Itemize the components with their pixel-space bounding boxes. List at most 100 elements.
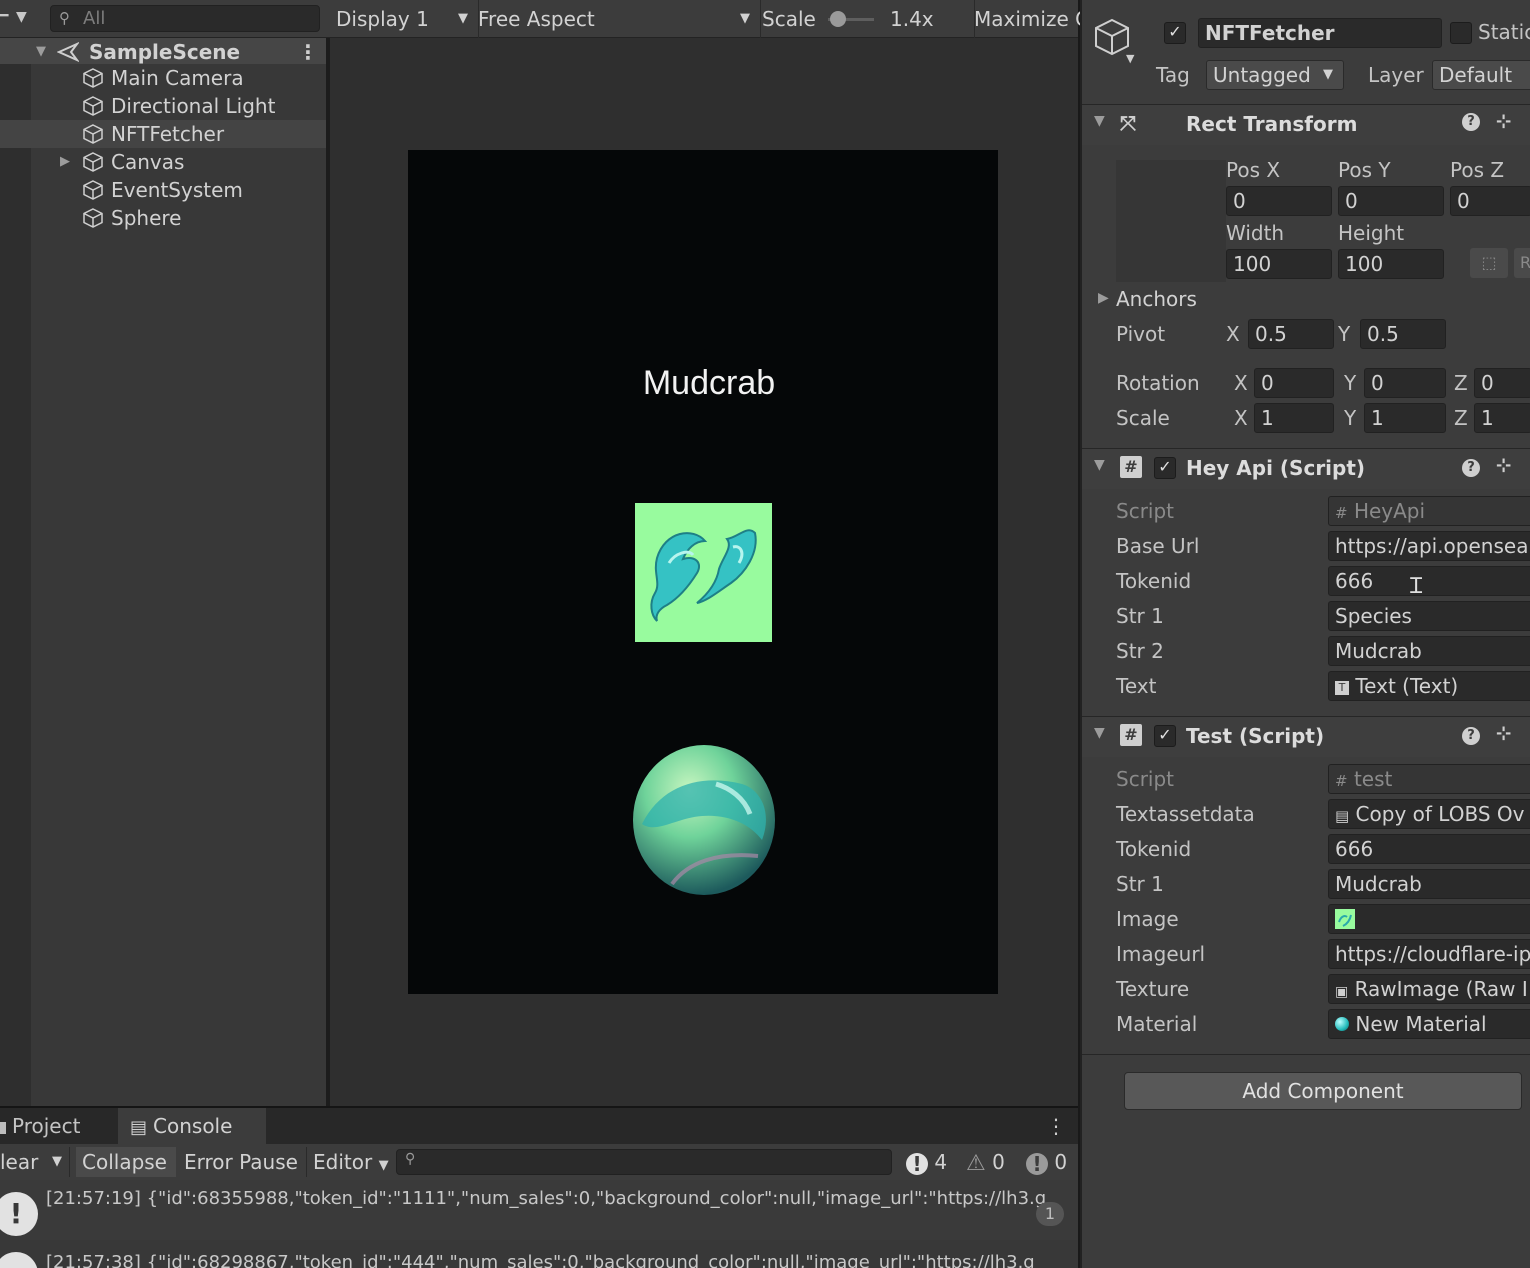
hierarchy-item-canvas[interactable]: ▶ Canvas <box>0 148 326 176</box>
script-hash-icon: # <box>1120 456 1142 478</box>
display-label: Display 1 <box>336 7 429 31</box>
pivot-x-input[interactable]: 0.5 <box>1248 319 1334 349</box>
width-input[interactable]: 100 <box>1226 249 1332 279</box>
test-tokenid-input[interactable]: 666 <box>1328 834 1530 864</box>
settings-sliders-icon[interactable]: ⊹ <box>1496 111 1511 132</box>
pos-x-input[interactable]: 0 <box>1226 186 1332 216</box>
error-count-toggle[interactable]: ! 0 <box>1020 1147 1076 1177</box>
pivot-y-input[interactable]: 0.5 <box>1360 319 1446 349</box>
layer-dropdown[interactable]: Default <box>1432 60 1530 90</box>
info-icon: ! <box>0 1192 38 1236</box>
test-script-header[interactable]: ▼ # ✓ Test (Script) ? ⊹ <box>1082 716 1530 757</box>
texture-value: RawImage (Raw I <box>1354 977 1528 1001</box>
hierarchy-item-nftfetcher[interactable]: NFTFetcher <box>0 120 326 148</box>
hierarchy-search-input[interactable]: ⚲ All <box>50 5 320 32</box>
settings-sliders-icon[interactable]: ⊹ <box>1496 455 1511 476</box>
tag-dropdown[interactable]: Untagged ▼ <box>1206 60 1344 90</box>
help-icon[interactable]: ? <box>1462 113 1480 131</box>
rect-transform-header[interactable]: ▼ ⤧ Rect Transform ? ⊹ <box>1082 104 1530 145</box>
game-canvas: Mudcrab <box>408 150 998 994</box>
panel-divider[interactable] <box>326 38 330 1106</box>
hey-api-script-header[interactable]: ▼ # ✓ Hey Api (Script) ? ⊹ <box>1082 448 1530 489</box>
help-icon[interactable]: ? <box>1462 727 1480 745</box>
expand-arrow-icon[interactable]: ▶ <box>1098 290 1109 306</box>
material-sphere-icon <box>1335 1017 1349 1031</box>
error-count: 0 <box>1054 1150 1068 1174</box>
test-str1-input[interactable]: Mudcrab <box>1328 869 1530 899</box>
collapse-arrow-icon[interactable]: ▼ <box>1094 113 1105 129</box>
expand-arrow-icon[interactable]: ▼ <box>36 38 46 66</box>
imageurl-input[interactable]: https://cloudflare-ipf <box>1328 939 1530 969</box>
rot-y-label: Y <box>1344 371 1357 395</box>
str2-input[interactable]: Mudcrab <box>1328 636 1530 666</box>
scale-y-input[interactable]: 1 <box>1364 403 1446 433</box>
hierarchy-item-eventsystem[interactable]: EventSystem <box>0 176 326 204</box>
log-count-toggle[interactable]: ! 4 <box>900 1147 956 1177</box>
hey-api-enabled-checkbox[interactable]: ✓ <box>1154 457 1176 479</box>
clear-button[interactable]: lear ▼ <box>0 1147 70 1177</box>
console-tabs-bar: Project ▤ Console ⋮ <box>0 1106 1078 1144</box>
display-dropdown[interactable]: Display 1 ▼ <box>326 0 479 38</box>
tab-console[interactable]: ▤ Console <box>118 1108 266 1144</box>
rot-x-input[interactable]: 0 <box>1254 368 1334 398</box>
texture-field[interactable]: ▣ RawImage (Raw I <box>1328 974 1530 1004</box>
static-checkbox[interactable] <box>1450 22 1472 44</box>
more-options-icon[interactable]: ⋮ <box>1046 1114 1066 1138</box>
help-icon[interactable]: ? <box>1462 459 1480 477</box>
chevron-down-icon[interactable]: ▼ <box>52 1147 62 1177</box>
textassetdata-label: Textassetdata <box>1116 802 1255 826</box>
log-count-badge: 1 <box>1036 1202 1064 1226</box>
text-component-icon: T <box>1335 680 1349 695</box>
tab-project[interactable]: Project <box>0 1108 116 1144</box>
pos-z-input[interactable]: 0 <box>1450 186 1530 216</box>
scene-menu-icon[interactable]: ⋮ <box>298 38 318 66</box>
height-input[interactable]: 100 <box>1338 249 1444 279</box>
text-ref-field[interactable]: T Text (Text) <box>1328 671 1530 701</box>
create-dropdown[interactable]: ━ ▼ <box>0 8 34 30</box>
textassetdata-field[interactable]: ▤ Copy of LOBS Ov <box>1328 799 1530 829</box>
anchors-label[interactable]: Anchors <box>1116 287 1197 311</box>
console-search-input[interactable]: ⚲ <box>396 1149 892 1175</box>
raw-edit-button[interactable]: R <box>1514 248 1530 278</box>
warning-count-toggle[interactable]: ⚠ 0 <box>960 1147 1016 1177</box>
maximize-toggle[interactable]: Maximize C <box>964 0 1088 38</box>
active-checkbox[interactable]: ✓ <box>1164 22 1186 44</box>
scale-x-input[interactable]: 1 <box>1254 403 1334 433</box>
rot-z-input[interactable]: 0 <box>1474 368 1530 398</box>
str2-label: Str 2 <box>1116 639 1164 663</box>
console-log-entry[interactable]: [21:57:38] {"id":68298867,"token_id":"44… <box>0 1240 1078 1268</box>
object-name-input[interactable]: NFTFetcher <box>1198 18 1442 48</box>
collapse-arrow-icon[interactable]: ▼ <box>1094 725 1105 741</box>
expand-arrow-icon[interactable]: ▶ <box>60 148 70 176</box>
scale-z-input[interactable]: 1 <box>1474 403 1530 433</box>
height-label: Height <box>1338 221 1405 245</box>
hierarchy-scene-row[interactable]: ▼ SampleScene ⋮ <box>0 38 326 64</box>
material-field[interactable]: New Material <box>1328 1009 1530 1039</box>
icon-dropdown-icon[interactable]: ▼ <box>1126 52 1134 65</box>
tokenid-input[interactable]: 666 <box>1328 566 1530 596</box>
anchor-presets-area[interactable] <box>1116 160 1226 282</box>
add-component-button[interactable]: Add Component <box>1124 1072 1522 1110</box>
settings-sliders-icon[interactable]: ⊹ <box>1496 723 1511 744</box>
error-pause-toggle[interactable]: Error Pause <box>178 1147 304 1177</box>
hierarchy-item-main-camera[interactable]: Main Camera <box>0 64 326 92</box>
editor-dropdown[interactable]: Editor ▼ <box>306 1147 392 1177</box>
rot-y-input[interactable]: 0 <box>1364 368 1446 398</box>
pos-y-input[interactable]: 0 <box>1338 186 1444 216</box>
scale-y-label: Y <box>1344 406 1357 430</box>
collapse-arrow-icon[interactable]: ▼ <box>1094 457 1105 473</box>
base-url-input[interactable]: https://api.opensea.io <box>1328 531 1530 561</box>
hierarchy-item-directional-light[interactable]: Directional Light <box>0 92 326 120</box>
blueprint-mode-button[interactable]: ⬚ <box>1470 248 1508 278</box>
console-log-entry[interactable]: ! [21:57:19] {"id":68355988,"token_id":"… <box>0 1180 1078 1240</box>
aspect-dropdown[interactable]: Free Aspect ▼ <box>468 0 761 38</box>
hierarchy-item-sphere[interactable]: Sphere <box>0 204 326 232</box>
scale-slider-handle[interactable] <box>830 11 846 27</box>
str1-input[interactable]: Species <box>1328 601 1530 631</box>
test-enabled-checkbox[interactable]: ✓ <box>1154 725 1176 747</box>
image-field[interactable] <box>1328 904 1530 934</box>
static-label: Static <box>1478 20 1530 44</box>
pivot-label: Pivot <box>1116 322 1166 346</box>
script-hash-icon: # <box>1335 504 1348 522</box>
collapse-toggle[interactable]: Collapse <box>76 1147 176 1177</box>
